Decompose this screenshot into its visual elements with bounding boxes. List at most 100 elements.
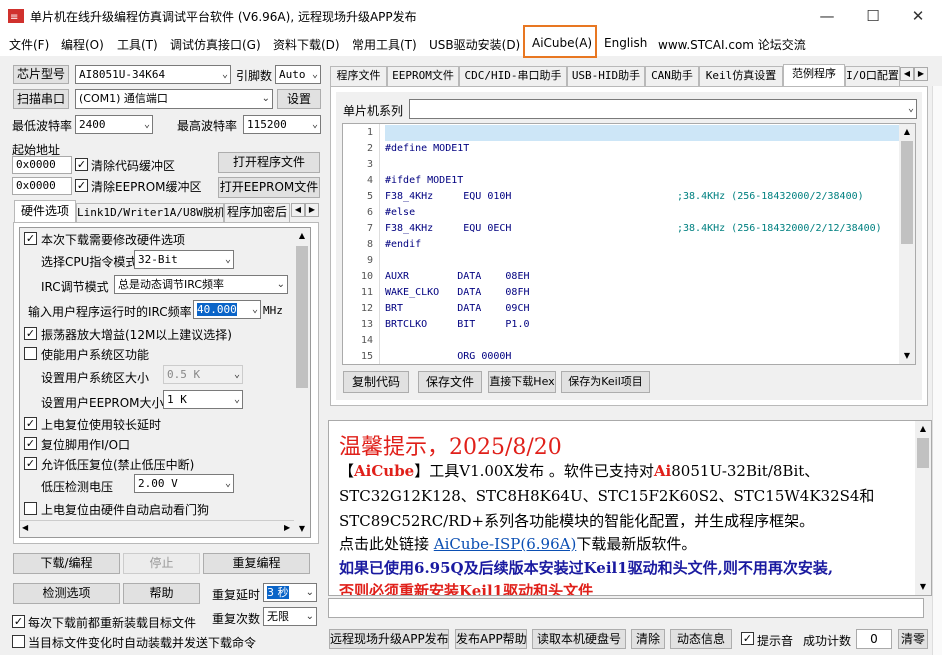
- scrollbar-thumb[interactable]: [917, 438, 929, 468]
- copy-code-button[interactable]: 复制代码: [343, 371, 409, 393]
- stop-button[interactable]: 停止: [123, 553, 200, 574]
- menu-program[interactable]: 编程(O): [61, 36, 104, 53]
- scrollbar-thumb[interactable]: [296, 246, 308, 388]
- minimize-icon[interactable]: —: [804, 0, 850, 32]
- status-input[interactable]: [328, 598, 924, 618]
- port-settings-button[interactable]: 设置: [277, 89, 321, 109]
- system-area-size-select[interactable]: 0.5 K ⌄: [163, 365, 243, 384]
- detect-options-button[interactable]: 检测选项: [13, 583, 120, 604]
- code-viewer[interactable]: 1 2 #define MODE1T 3 4 #ifdef MODE1T 5 F38_4KHz…: [342, 123, 916, 365]
- menu-aicube[interactable]: AiCube(A): [532, 36, 592, 50]
- chip-model-button[interactable]: 芯片型号: [13, 65, 69, 84]
- notice-scrollbar[interactable]: ▲ ▼: [915, 421, 931, 595]
- reset-pin-io-checkbox[interactable]: ✓: [24, 437, 37, 450]
- clear-code-checkbox[interactable]: ✓: [75, 158, 88, 171]
- publish-app-help-button[interactable]: 发布APP帮助: [455, 629, 527, 649]
- menu-download[interactable]: 资料下载(D): [273, 36, 340, 53]
- eeprom-address-input[interactable]: 0x0000: [12, 177, 72, 195]
- maximize-icon[interactable]: ☐: [850, 0, 896, 32]
- reset-delay-checkbox[interactable]: ✓: [24, 417, 37, 430]
- beep-checkbox[interactable]: ✓: [741, 632, 754, 645]
- open-program-file-button[interactable]: 打开程序文件: [218, 152, 320, 173]
- menu-tools[interactable]: 工具(T): [117, 36, 158, 53]
- scroll-right-icon[interactable]: ▶: [284, 523, 290, 532]
- tab-encrypt[interactable]: 程序加密后: [224, 203, 290, 222]
- tab-offline-writer[interactable]: Link1D/Writer1A/U8W脱机: [76, 203, 224, 222]
- auto-load-checkbox[interactable]: [12, 635, 25, 648]
- tab-scroll-right-icon[interactable]: ▶: [914, 67, 928, 81]
- osc-gain-checkbox[interactable]: ✓: [24, 327, 37, 340]
- tab-serial-assistant[interactable]: CDC/HID-串口助手: [459, 66, 567, 86]
- scan-port-button[interactable]: 扫描串口: [13, 89, 69, 109]
- port-select[interactable]: (COM1) 通信端口 ⌄: [75, 89, 273, 109]
- remote-upgrade-button[interactable]: 远程现场升级APP发布: [329, 629, 449, 649]
- irc-freq-unit: MHz: [263, 304, 283, 317]
- wdt-auto-checkbox[interactable]: [24, 502, 37, 515]
- menu-website[interactable]: www.STCAI.com 论坛交流: [658, 36, 806, 53]
- scroll-down-icon[interactable]: ▼: [294, 521, 310, 537]
- tab-hardware-options[interactable]: 硬件选项: [14, 200, 76, 222]
- repeat-count-select[interactable]: 无限 ⌄: [263, 607, 317, 626]
- scroll-up-icon[interactable]: ▲: [899, 124, 915, 140]
- tab-usb-hid[interactable]: USB-HID助手: [567, 66, 645, 86]
- clear-eeprom-checkbox[interactable]: ✓: [75, 179, 88, 192]
- save-keil-project-button[interactable]: 保存为Keil项目: [561, 371, 650, 393]
- tab-scroll-left-icon[interactable]: ◀: [291, 203, 305, 217]
- menu-common-tools[interactable]: 常用工具(T): [352, 36, 417, 53]
- pin-count-select[interactable]: Auto ⌄: [275, 65, 321, 84]
- scroll-left-icon[interactable]: ◀: [22, 523, 28, 532]
- scroll-down-icon[interactable]: ▼: [899, 348, 915, 364]
- scroll-down-icon[interactable]: ▼: [915, 579, 931, 595]
- read-disk-id-button[interactable]: 读取本机硬盘号: [532, 629, 626, 649]
- user-system-area-checkbox[interactable]: [24, 347, 37, 360]
- code-address-input[interactable]: 0x0000: [12, 156, 72, 174]
- clear-code-label: 清除代码缓冲区: [91, 159, 176, 173]
- save-file-button[interactable]: 保存文件: [418, 371, 482, 393]
- series-select[interactable]: ⌄: [409, 99, 917, 119]
- tab-scroll-left-icon[interactable]: ◀: [900, 67, 914, 81]
- open-eeprom-file-button[interactable]: 打开EEPROM文件: [218, 177, 320, 198]
- close-icon[interactable]: ✕: [895, 0, 941, 32]
- lvd-voltage-select[interactable]: 2.00 V ⌄: [134, 474, 234, 493]
- code-comment: ;38.4KHz (256-18432000/2/12/38400): [677, 223, 882, 234]
- chip-model-select[interactable]: AI8051U-34K64 ⌄: [75, 65, 231, 84]
- low-voltage-reset-checkbox[interactable]: ✓: [24, 457, 37, 470]
- scrollbar-thumb[interactable]: [901, 141, 913, 244]
- irc-freq-input[interactable]: 40.000 ⌄: [193, 300, 261, 319]
- min-baud-select[interactable]: 2400 ⌄: [75, 115, 153, 134]
- menu-usb-driver[interactable]: USB驱动安装(D): [429, 36, 520, 53]
- clear-eeprom-label: 清除EEPROM缓冲区: [91, 180, 202, 194]
- code-scrollbar[interactable]: ▲ ▼: [899, 124, 915, 364]
- help-button[interactable]: 帮助: [123, 583, 200, 604]
- horizontal-scrollbar[interactable]: ◀ ▶: [20, 520, 294, 537]
- reset-count-button[interactable]: 清零: [898, 629, 928, 649]
- menu-debug-interface[interactable]: 调试仿真接口(G): [170, 36, 261, 53]
- reload-before-download-checkbox[interactable]: ✓: [12, 615, 25, 628]
- code-line: 11 WAKE_CLKO DATA 08FH: [343, 285, 899, 301]
- download-program-button[interactable]: 下载/编程: [13, 553, 120, 574]
- eeprom-size-select[interactable]: 1 K ⌄: [163, 390, 243, 409]
- max-baud-select[interactable]: 115200 ⌄: [243, 115, 321, 134]
- hardware-options-scrollbar[interactable]: ▲ ▼: [294, 228, 310, 537]
- scroll-up-icon[interactable]: ▲: [294, 228, 310, 244]
- tab-eeprom-file[interactable]: EEPROM文件: [387, 66, 459, 86]
- menu-file[interactable]: 文件(F): [9, 36, 49, 53]
- dynamic-info-button[interactable]: 动态信息: [670, 629, 732, 649]
- tab-can[interactable]: CAN助手: [645, 66, 699, 86]
- tab-examples[interactable]: 范例程序: [783, 64, 845, 86]
- tab-program-file[interactable]: 程序文件: [330, 66, 387, 86]
- scroll-up-icon[interactable]: ▲: [915, 421, 931, 437]
- modify-hw-checkbox[interactable]: ✓: [24, 232, 37, 245]
- chevron-down-icon: ⌄: [261, 93, 270, 104]
- aicube-isp-link[interactable]: AiCube-ISP(6.96A): [434, 535, 577, 553]
- clear-button[interactable]: 清除: [631, 629, 665, 649]
- repeat-program-button[interactable]: 重复编程: [203, 553, 310, 574]
- cpu-mode-select[interactable]: 32-Bit ⌄: [134, 250, 234, 269]
- repeat-delay-select[interactable]: 3 秒 ⌄: [263, 583, 317, 602]
- tab-io-config[interactable]: I/O口配置: [845, 66, 900, 86]
- download-hex-button[interactable]: 直接下载Hex: [488, 371, 556, 393]
- tab-keil-settings[interactable]: Keil仿真设置: [699, 66, 783, 86]
- menu-english[interactable]: English: [604, 36, 647, 50]
- irc-mode-select[interactable]: 总是动态调节IRC频率 ⌄: [114, 275, 288, 294]
- tab-scroll-right-icon[interactable]: ▶: [305, 203, 319, 217]
